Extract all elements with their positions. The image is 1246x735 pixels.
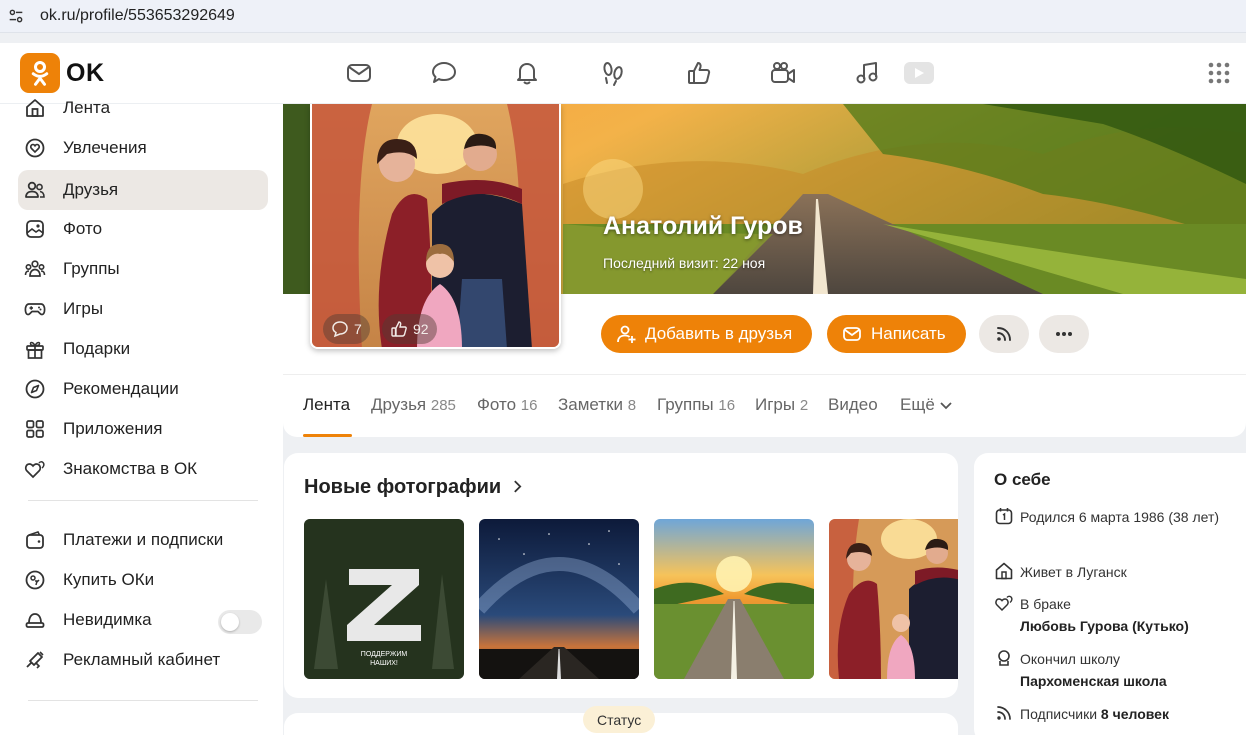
photo-thumb[interactable] <box>654 519 814 679</box>
sidebar-divider <box>28 500 258 501</box>
spouse-link[interactable]: Любовь Гурова (Кутько) <box>1020 618 1189 634</box>
ok-logo[interactable]: OK <box>20 53 105 93</box>
sidebar-item-gifts[interactable]: Подарки <box>18 329 268 369</box>
sidebar-item-hobbies[interactable]: Увлечения <box>18 128 268 168</box>
invisible-toggle[interactable] <box>218 610 262 634</box>
hearts-icon <box>994 593 1014 613</box>
about-birthday: Родился 6 марта 1986 (38 лет) <box>994 506 1234 528</box>
footprints-icon[interactable] <box>598 58 628 88</box>
tab-more[interactable]: Ещё <box>900 395 952 415</box>
hearts-icon <box>24 458 46 480</box>
photo-thumb[interactable]: ПОДДЕРЖИМ НАШИХ! <box>304 519 464 679</box>
add-user-icon <box>617 325 636 343</box>
school-icon <box>994 648 1014 668</box>
chevron-right-icon <box>513 480 522 493</box>
apps-icon <box>24 418 46 440</box>
about-card: О себе Родился 6 марта 1986 (38 лет) Жив… <box>974 453 1246 735</box>
photo-thumb[interactable] <box>829 519 958 679</box>
music-icon[interactable] <box>853 58 883 88</box>
subscribe-button[interactable] <box>979 315 1029 353</box>
sidebar-item-apps[interactable]: Приложения <box>18 409 268 449</box>
about-school: Окончил школу Пархоменская школа <box>994 648 1234 692</box>
toggle-knob <box>221 613 239 631</box>
more-button[interactable] <box>1039 315 1089 353</box>
gamepad-icon <box>24 298 46 320</box>
site-settings-icon[interactable] <box>6 6 26 26</box>
tabs-divider <box>283 374 1246 375</box>
browser-url-bar[interactable]: ok.ru/profile/553653292649 <box>0 0 1246 33</box>
coin-icon <box>24 569 46 591</box>
photo-icon <box>24 218 46 240</box>
photo-caption: НАШИХ! <box>370 660 398 667</box>
status-button[interactable]: Статус <box>583 706 656 733</box>
tab-games[interactable]: Игры 2 <box>755 395 808 415</box>
avatar-likes[interactable]: 92 <box>382 314 437 344</box>
rss-icon <box>997 327 1011 341</box>
tab-photo[interactable]: Фото 16 <box>477 395 537 415</box>
friends-icon <box>24 179 46 201</box>
sidebar-item-photo[interactable]: Фото <box>18 209 268 249</box>
mail-icon[interactable] <box>344 58 374 88</box>
sidebar-divider <box>28 700 258 701</box>
profile-avatar[interactable] <box>310 104 561 349</box>
ok-logo-text: OK <box>66 58 105 87</box>
home-icon <box>24 97 46 119</box>
invisible-icon <box>24 609 46 631</box>
sidebar-item-recommendations[interactable]: Рекомендации <box>18 369 268 409</box>
write-message-button[interactable]: Написать <box>827 315 966 353</box>
wallet-icon <box>24 529 46 551</box>
sidebar-item-feed[interactable]: Лента <box>18 88 268 128</box>
tab-friends[interactable]: Друзья 285 <box>371 395 456 415</box>
about-location: Живет в Луганск <box>994 561 1234 583</box>
sidebar-item-payments[interactable]: Платежи и подписки <box>18 520 268 560</box>
new-photos-card: Новые фотографии ПОДДЕРЖИМ НАШИХ! <box>284 453 958 698</box>
calendar-icon <box>994 506 1014 526</box>
about-subscribers[interactable]: Подписчики 8 человек <box>994 703 1234 725</box>
tab-feed[interactable]: Лента <box>303 395 350 415</box>
last-visit: Последний визит: 22 ноя <box>603 255 766 271</box>
profile-card: 7 92 Анатолий Гуров Последний визит: 22 … <box>283 104 1246 437</box>
chevron-down-icon <box>939 402 952 410</box>
left-sidebar: Лента Увлечения Друзья Фото Группы Игры … <box>0 98 283 735</box>
photo-thumb[interactable] <box>479 519 639 679</box>
bell-icon[interactable] <box>512 58 542 88</box>
more-dots-icon <box>1056 332 1072 336</box>
heart-circle-icon <box>24 137 46 159</box>
add-friend-button[interactable]: Добавить в друзья <box>601 315 813 353</box>
apps-grid-icon[interactable] <box>1204 58 1234 88</box>
like-icon <box>391 321 407 337</box>
new-photos-title[interactable]: Новые фотографии <box>304 476 522 499</box>
school-link[interactable]: Пархоменская школа <box>1020 673 1167 689</box>
home-icon <box>994 561 1014 581</box>
compass-icon <box>24 378 46 400</box>
profile-name: Анатолий Гуров <box>603 212 803 240</box>
tab-notes[interactable]: Заметки 8 <box>558 395 636 415</box>
tab-groups[interactable]: Группы 16 <box>657 395 735 415</box>
like-icon[interactable] <box>684 58 714 88</box>
comment-icon <box>332 321 348 338</box>
sidebar-item-dating[interactable]: Знакомства в ОК <box>18 449 268 489</box>
about-title: О себе <box>994 470 1051 489</box>
mail-icon <box>843 327 861 341</box>
gift-icon <box>24 338 46 360</box>
groups-icon <box>24 258 46 280</box>
photo-caption: ПОДДЕРЖИМ <box>361 651 408 658</box>
sidebar-item-buy-oki[interactable]: Купить ОКи <box>18 560 268 600</box>
megaphone-icon <box>24 649 46 671</box>
sidebar-item-ads-cabinet[interactable]: Рекламный кабинет <box>18 640 268 680</box>
sidebar-item-groups[interactable]: Группы <box>18 249 268 289</box>
video-play-icon[interactable] <box>903 58 935 88</box>
about-marriage: В браке Любовь Гурова (Кутько) <box>994 593 1234 637</box>
sidebar-item-games[interactable]: Игры <box>18 289 268 329</box>
video-camera-icon[interactable] <box>768 58 798 88</box>
sidebar-item-friends[interactable]: Друзья <box>18 170 268 210</box>
chat-icon[interactable] <box>429 58 459 88</box>
ok-logo-icon <box>20 53 60 93</box>
rss-icon <box>994 703 1014 723</box>
url-text[interactable]: ok.ru/profile/553653292649 <box>40 7 235 25</box>
avatar-comments[interactable]: 7 <box>323 314 370 344</box>
tab-video[interactable]: Видео <box>828 395 878 415</box>
active-tab-indicator <box>303 434 352 437</box>
